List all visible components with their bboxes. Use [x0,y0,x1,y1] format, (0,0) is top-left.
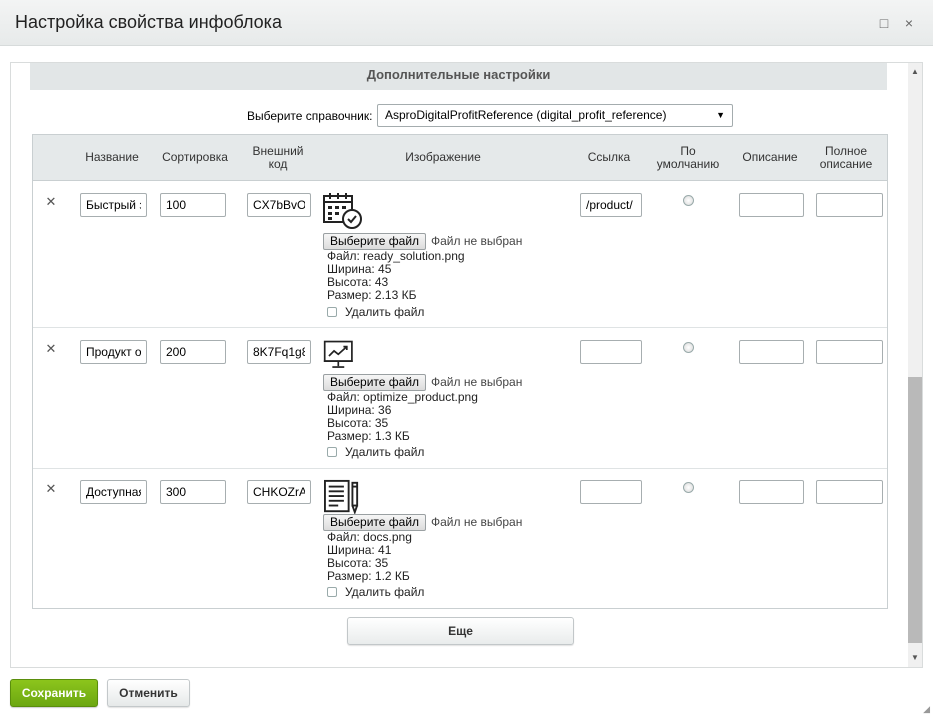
dialog-title: Настройка свойства инфоблока [15,12,282,32]
link-input[interactable] [580,480,642,504]
link-input[interactable] [580,340,642,364]
scroll-down-icon[interactable]: ▼ [908,651,922,665]
description-input[interactable] [739,480,804,504]
delete-file-checkbox[interactable] [327,307,337,317]
delete-file-option: Удалить файл [327,445,424,459]
description-input[interactable] [739,193,804,217]
description-input[interactable] [739,340,804,364]
calendar-check-icon [323,193,362,229]
dialog-titlebar: Настройка свойства инфоблока □ × [0,0,933,46]
header-sort: Сортировка [162,150,228,164]
dropdown-arrow-icon: ▼ [716,110,725,120]
link-input[interactable] [580,193,642,217]
cancel-button[interactable]: Отменить [107,679,190,707]
default-radio[interactable] [683,195,694,206]
external-code-input[interactable] [247,340,311,364]
full-description-input[interactable] [816,480,883,504]
delete-file-label: Удалить файл [345,305,425,319]
header-description: Описание [742,150,798,164]
no-file-label: Файл не выбран [431,375,523,389]
delete-file-option: Удалить файл [327,585,424,599]
table-row: ✕ Выберите файл Файл не выбран Файл: opt… [33,329,887,469]
file-size: Размер: 1.3 КБ [327,429,410,443]
table-row: ✕ Выберите файл Файл не выбран [33,469,887,609]
sort-input[interactable] [160,480,226,504]
file-info: Файл: ready_solution.png Ширина: 45 Высо… [327,250,465,302]
name-input[interactable] [80,340,147,364]
delete-file-checkbox[interactable] [327,587,337,597]
delete-row-icon[interactable]: ✕ [45,341,57,357]
header-default: По умолчанию [656,144,720,171]
dialog-content: Дополнительные настройки Выберите справо… [10,62,923,668]
file-size: Размер: 1.2 КБ [327,569,410,583]
no-file-label: Файл не выбран [431,234,523,248]
reference-label: Выберите справочник: [247,109,373,123]
maximize-icon[interactable]: □ [876,15,892,31]
delete-file-label: Удалить файл [345,585,425,599]
file-size: Размер: 2.13 КБ [327,288,417,302]
scroll-area: Дополнительные настройки Выберите справо… [11,63,908,667]
name-input[interactable] [80,193,147,217]
close-icon[interactable]: × [901,15,917,31]
external-code-input[interactable] [247,193,311,217]
external-code-input[interactable] [247,480,311,504]
choose-file-button[interactable]: Выберите файл [323,233,427,250]
sort-input[interactable] [160,193,226,217]
delete-row-icon[interactable]: ✕ [45,481,57,497]
sort-input[interactable] [160,340,226,364]
delete-row-icon[interactable]: ✕ [45,194,57,210]
no-file-label: Файл не выбран [431,515,523,529]
choose-file-button[interactable]: Выберите файл [323,514,427,531]
header-image: Изображение [405,150,481,164]
table-row: ✕ Вы [33,182,887,328]
reference-select-value: AsproDigitalProfitReference (digital_pro… [385,108,667,122]
delete-file-checkbox[interactable] [327,447,337,457]
more-button[interactable]: Еще [347,617,574,645]
monitor-chart-icon [323,340,353,368]
document-pen-icon [324,479,359,515]
resize-grip-icon[interactable]: ◢ [923,704,930,715]
scrollbar-thumb[interactable] [908,377,922,643]
header-name: Название [85,150,139,164]
name-input[interactable] [80,480,147,504]
scroll-up-icon[interactable]: ▲ [908,65,922,79]
values-table: Название Сортировка Внешний код Изображе… [32,134,888,609]
table-header: Название Сортировка Внешний код Изображе… [33,135,887,181]
delete-file-label: Удалить файл [345,445,425,459]
header-external-code: Внешний код [252,144,304,171]
default-radio[interactable] [683,342,694,353]
section-title: Дополнительные настройки [30,63,887,90]
reference-select[interactable]: AsproDigitalProfitReference (digital_pro… [377,104,733,127]
delete-file-option: Удалить файл [327,305,424,319]
choose-file-button[interactable]: Выберите файл [323,374,427,391]
save-button[interactable]: Сохранить [10,679,98,707]
file-info: Файл: optimize_product.png Ширина: 36 Вы… [327,391,478,443]
full-description-input[interactable] [816,340,883,364]
default-radio[interactable] [683,482,694,493]
header-link: Ссылка [587,150,631,164]
header-full-description: Полное описание [819,144,873,171]
file-info: Файл: docs.png Ширина: 41 Высота: 35 Раз… [327,531,412,583]
full-description-input[interactable] [816,193,883,217]
vertical-scrollbar[interactable]: ▲ ▼ [908,63,922,667]
